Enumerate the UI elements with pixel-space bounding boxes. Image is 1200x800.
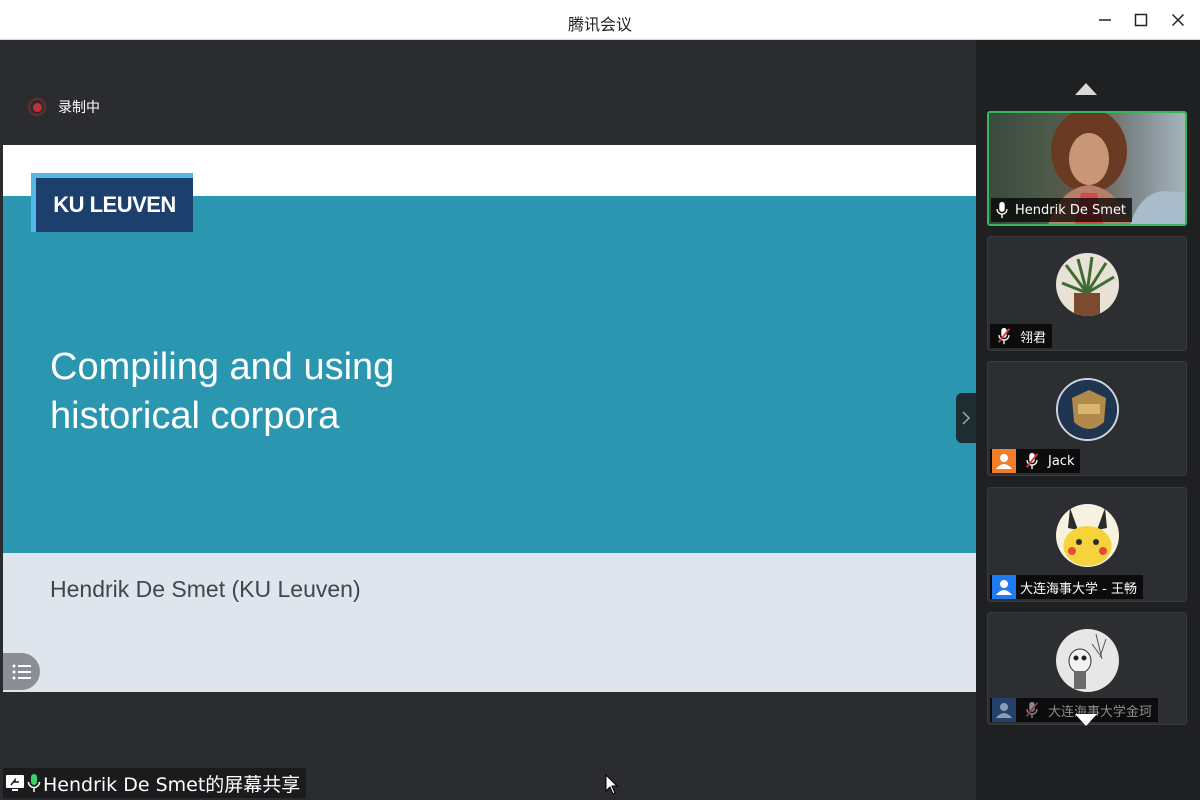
- mic-muted-icon: [992, 324, 1016, 348]
- scroll-down-arrow-icon[interactable]: [1074, 713, 1098, 727]
- participant-name-tag: 大连海事大学 - 王畅: [990, 575, 1143, 599]
- avatar: [1056, 629, 1119, 692]
- slide-title: Compiling and using historical corpora: [50, 343, 650, 441]
- blue-user-badge-icon: [992, 575, 1016, 599]
- participant-tile-wangchang[interactable]: 大连海事大学 - 王畅: [987, 487, 1187, 602]
- mouse-cursor-icon: [605, 774, 619, 795]
- chevron-right-icon: [962, 411, 970, 425]
- participant-tile-lingjun[interactable]: 翎君: [987, 236, 1187, 351]
- blue-user-badge-icon: [992, 698, 1016, 722]
- participant-name-tag: Jack: [990, 449, 1081, 473]
- orange-user-badge-icon: [992, 449, 1016, 473]
- minimize-icon: [1099, 19, 1111, 21]
- avatar: [1056, 378, 1119, 441]
- list-icon: [12, 664, 31, 679]
- avatar: [1056, 253, 1119, 316]
- slide-title-line2: historical corpora: [50, 395, 340, 437]
- screen-share-stage: 录制中 KU LEUVEN Compiling and using histor…: [3, 40, 976, 798]
- scroll-up-arrow-icon[interactable]: [1074, 82, 1098, 96]
- window-titlebar: 腾讯会议: [0, 0, 1200, 40]
- participant-name-tag: 翎君: [990, 324, 1053, 348]
- participant-tile-hendrik[interactable]: Hendrik De Smet: [987, 111, 1187, 226]
- participant-name: 大连海事大学 - 王畅: [1020, 581, 1137, 597]
- record-icon: [28, 98, 46, 116]
- logo-text: KU LEUVEN: [53, 192, 176, 217]
- participant-tile-jack[interactable]: Jack: [987, 361, 1187, 476]
- screen-share-label-bar[interactable]: Hendrik De Smet的屏幕共享: [3, 768, 307, 798]
- slide-outline-button[interactable]: [3, 653, 40, 690]
- recording-label: 录制中: [58, 100, 100, 116]
- window-title: 腾讯会议: [567, 15, 632, 34]
- slide-title-line1: Compiling and using: [50, 346, 395, 388]
- screen-share-icon: [6, 775, 24, 791]
- maximize-button[interactable]: [1129, 8, 1153, 32]
- ku-leuven-logo: KU LEUVEN: [31, 173, 193, 232]
- participant-name-tag: Hendrik De Smet: [991, 198, 1133, 222]
- screen-share-label: Hendrik De Smet的屏幕共享: [43, 773, 301, 796]
- slide-footer: [3, 553, 976, 692]
- participant-tile-jinke[interactable]: 大连海事大学金珂: [987, 612, 1187, 725]
- mic-on-icon: [996, 201, 1008, 219]
- avatar: [1056, 504, 1119, 567]
- close-button[interactable]: [1166, 8, 1190, 32]
- mic-muted-icon: [1020, 698, 1044, 722]
- slide-author: Hendrik De Smet (KU Leuven): [50, 576, 361, 602]
- participant-name: Hendrik De Smet: [1015, 202, 1127, 218]
- participant-name: 大连海事大学金珂: [1048, 704, 1153, 720]
- maximize-icon: [1134, 13, 1148, 27]
- shared-slide: KU LEUVEN Compiling and using historical…: [3, 145, 976, 692]
- participant-name: 翎君: [1020, 330, 1047, 346]
- minimize-button[interactable]: [1093, 8, 1117, 32]
- mic-on-icon: [27, 774, 41, 792]
- close-icon: [1171, 13, 1185, 27]
- recording-indicator[interactable]: 录制中: [28, 97, 100, 117]
- participant-sidebar: Hendrik De Smet 翎君 Jack 大连海事大学 - 王畅 大连海事…: [976, 40, 1200, 800]
- collapse-sidebar-button[interactable]: [956, 393, 976, 443]
- mic-muted-icon: [1020, 449, 1044, 473]
- participant-name: Jack: [1048, 453, 1075, 469]
